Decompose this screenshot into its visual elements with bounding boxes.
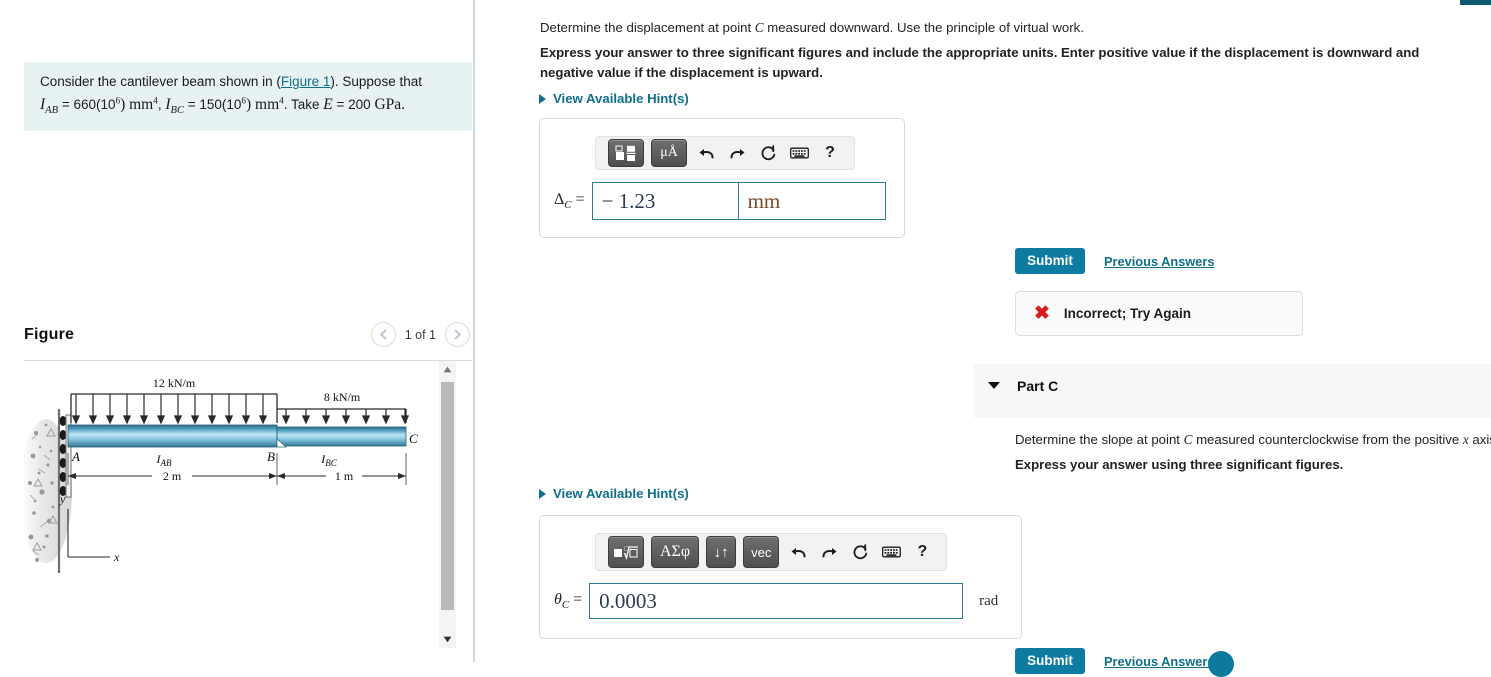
part-c-answer-row: θC = rad [554,583,998,619]
figure-prev-button[interactable] [370,322,396,347]
reset-icon[interactable] [756,144,780,162]
part-b-answer-label: ΔC = [554,190,585,212]
reset-icon[interactable] [848,543,872,561]
part-b-feedback-text: Incorrect; Try Again [1063,306,1191,321]
undo-icon[interactable] [694,146,718,161]
part-b-question: Determine the displacement at point C me… [540,18,1460,37]
axis-y-label: y [59,492,66,506]
part-b-question-post: measured downward. Use the principle of … [763,20,1084,35]
part-b-previous-answers-link[interactable]: Previous Answers [1104,254,1214,269]
part-c-math-toolbar: □ ΑΣφ ↓↑ vec ? [595,533,948,571]
segment-bc-label: IBC [320,452,337,468]
figure-pane: 12 kN/m 8 kN/m A B C IAB IBC 2 m 1 m y x [24,361,472,648]
figure-next-button[interactable] [445,322,470,347]
left-panel: Consider the cantilever beam shown in (F… [0,0,473,662]
figure-title: Figure [24,326,75,343]
take-text: . Take [283,96,324,112]
figure-scrollbar[interactable] [439,361,456,648]
scrollbar-thumb[interactable] [441,382,454,610]
help-icon[interactable]: ? [818,144,842,162]
part-c-units-label: rad [979,592,999,609]
figure-page-indicator: 1 of 1 [404,327,436,342]
keyboard-icon[interactable] [787,147,811,159]
i-ab-value: = 660(10 [61,96,116,112]
i-ab-units: ) mm [120,95,154,113]
part-c-answer-label: θC = [554,590,583,612]
part-b-hints-label: View Available Hint(s) [553,91,689,106]
figure-1-link[interactable]: Figure 1 [281,74,331,89]
part-b-answer-row: ΔC = [554,182,886,220]
arrows-icon[interactable]: ↓↑ [706,536,737,568]
figure-pager: 1 of 1 [370,322,470,347]
redo-icon[interactable] [817,545,841,560]
i-bc-expression: IBC [165,95,184,117]
load-bc-label: 8 kN/m [324,390,361,404]
template-icon[interactable] [608,139,644,167]
scrollbar-up-button[interactable] [439,361,456,378]
radical-template-icon[interactable]: □ [608,536,644,568]
part-b-math-toolbar: μÅ ? [595,136,855,170]
caret-down-icon[interactable] [988,382,1000,389]
part-c-hints-label: View Available Hint(s) [553,486,689,501]
chevron-left-icon [379,329,387,340]
i-bc-units: ) mm [246,95,280,113]
point-b-label: B [267,449,275,464]
part-c-value-input[interactable] [589,583,964,619]
problem-after-link-text: ). Suppose that [330,74,422,89]
greek-symbols-icon[interactable]: ΑΣφ [651,536,700,568]
triangle-right-icon [539,488,546,499]
part-b-question-var: C [754,20,764,35]
x-mark-icon: ✖ [1034,303,1050,324]
undo-icon[interactable] [786,545,810,560]
part-c-submit-button[interactable]: Submit [1015,648,1085,674]
problem-lead-text: Consider the cantilever beam shown in ( [40,74,281,89]
point-c-label: C [409,431,418,446]
point-a-label: A [71,449,80,464]
help-icon[interactable]: ? [910,543,934,561]
part-b-instruction: Express your answer to three significant… [540,45,1420,80]
scrollbar-down-button[interactable] [439,631,456,648]
part-b-submit-button[interactable]: Submit [1015,248,1085,274]
part-c-question-mid: measured counterclockwise from the posit… [1192,432,1463,447]
part-c-question: Determine the slope at point C measured … [1015,430,1491,449]
part-c-question-post: axis. Use the principle of virtual work. [1472,432,1491,447]
part-b-question-pre: Determine the displacement at point [540,20,755,35]
dimension-bc-label: 1 m [335,469,354,483]
i-bc-value: = 150(10 [187,96,242,112]
part-c-answer-box: □ ΑΣφ ↓↑ vec ? θC = 0.0003 rad [539,515,1022,639]
problem-statement-box: Consider the cantilever beam shown in (F… [24,62,472,132]
part-c-question-pre: Determine the slope at point [1015,432,1184,447]
part-b-hints-toggle[interactable]: View Available Hint(s) [539,91,689,106]
part-c-title: Part C [1017,378,1059,394]
figure-header: Figure 1 of 1 [24,322,472,358]
vector-icon[interactable]: vec [743,536,780,568]
units-icon[interactable]: μÅ [651,139,687,167]
part-c-instruction: Express your answer using three signific… [1015,457,1344,472]
right-panel: Determine the displacement at point C me… [475,0,1491,677]
part-c-hints-toggle[interactable]: View Available Hint(s) [539,486,689,501]
i-ab-expression: IAB [40,95,59,117]
redo-icon[interactable] [725,146,749,161]
keyboard-icon[interactable] [879,546,903,558]
chevron-right-icon [454,329,461,340]
part-b-value-input[interactable] [591,182,739,220]
part-b-feedback: ✖ Incorrect; Try Again [1015,291,1303,336]
axis-x-label: x [113,550,120,564]
page-root: Consider the cantilever beam shown in (F… [0,0,1491,677]
part-b-answer-box: μÅ ? ΔC = − 1.23 mm [539,118,905,238]
cantilever-beam-diagram: 12 kN/m 8 kN/m A B C IAB IBC 2 m 1 m y x [24,376,418,573]
triangle-right-icon [539,93,546,104]
dimension-ab-label: 2 m [163,469,182,483]
e-units: GPa. [374,95,406,113]
e-symbol: E [323,95,333,113]
e-value: = 200 [336,96,375,112]
part-b-units-input[interactable] [737,182,886,220]
load-ab-label: 12 kN/m [153,376,196,390]
triangle-down-icon [443,636,452,643]
help-bubble-icon[interactable] [1208,651,1234,677]
segment-ab-label: IAB [156,452,172,468]
triangle-up-icon [443,366,452,373]
